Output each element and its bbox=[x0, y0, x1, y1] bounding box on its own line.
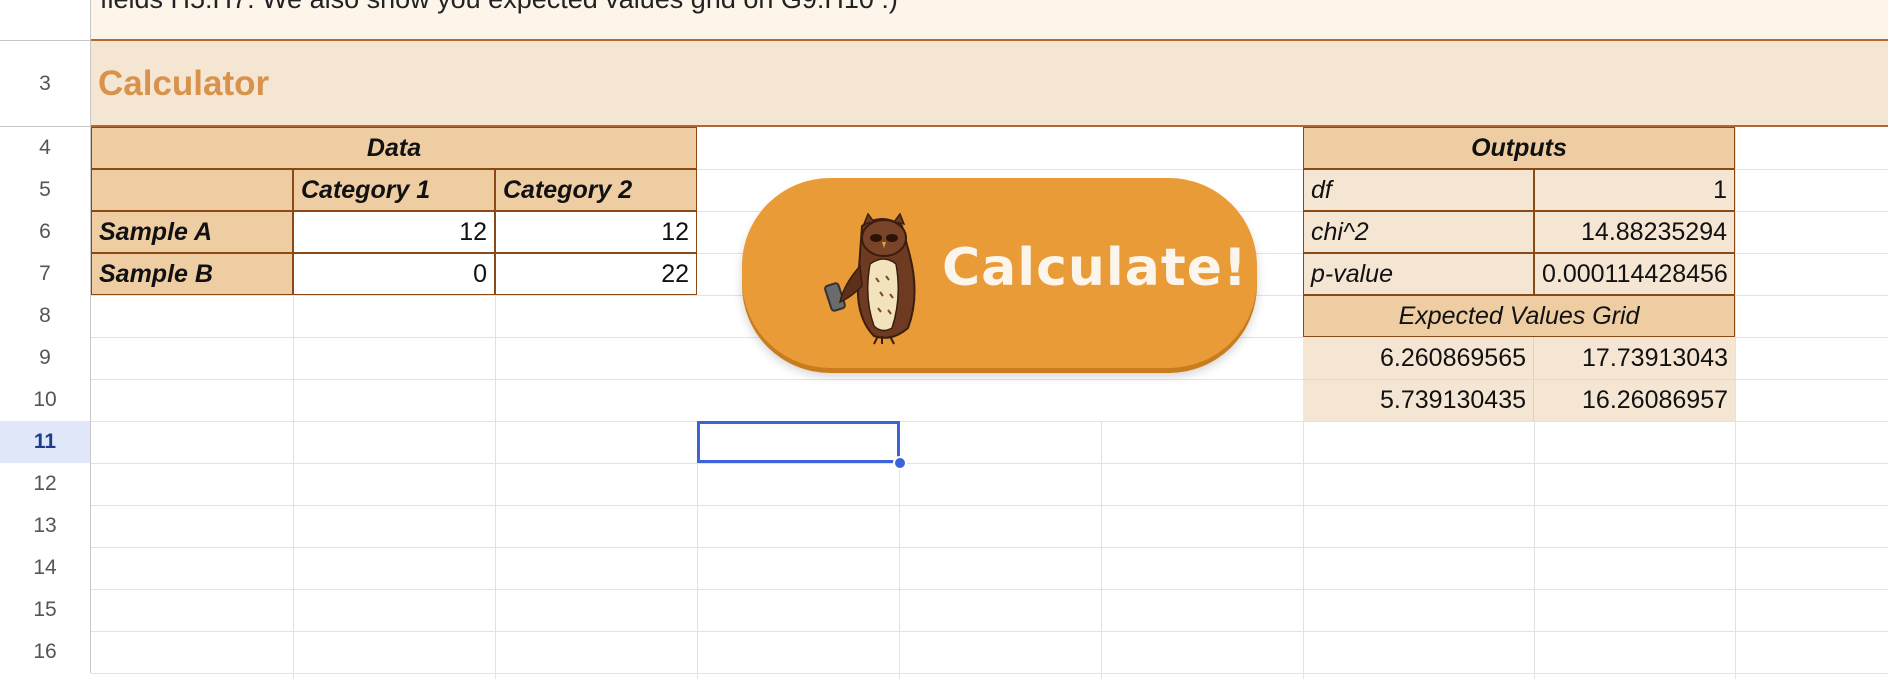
owl-icon bbox=[824, 212, 916, 345]
grid-line bbox=[91, 421, 1888, 422]
fill-handle[interactable] bbox=[893, 456, 907, 470]
chi-squared-value[interactable]: 14.88235294 bbox=[1534, 211, 1735, 253]
calculate-button[interactable]: Calculate! bbox=[742, 178, 1257, 368]
sample-b-category-1-cell[interactable]: 0 bbox=[293, 253, 495, 295]
p-value-label[interactable]: p-value bbox=[1303, 253, 1534, 295]
sample-b-category-2-cell[interactable]: 22 bbox=[495, 253, 697, 295]
row-header-5[interactable]: 5 bbox=[0, 169, 91, 211]
calculator-band bbox=[91, 41, 1888, 127]
expected-value-cell[interactable]: 6.260869565 bbox=[1303, 337, 1534, 379]
row-header-4[interactable]: 4 bbox=[0, 127, 91, 169]
data-table-header[interactable]: Data bbox=[91, 127, 697, 169]
row-header-14[interactable]: 14 bbox=[0, 547, 91, 589]
grid-line bbox=[91, 547, 1888, 548]
row-header-6[interactable]: 6 bbox=[0, 211, 91, 253]
row-header-16[interactable]: 16 bbox=[0, 631, 91, 673]
expected-value-cell[interactable]: 17.73913043 bbox=[1534, 337, 1735, 379]
grid-line bbox=[91, 673, 1888, 674]
sample-a-category-1-cell[interactable]: 12 bbox=[293, 211, 495, 253]
row-header-11[interactable]: 11 bbox=[0, 421, 91, 463]
category-1-header[interactable]: Category 1 bbox=[293, 169, 495, 211]
grid-line bbox=[91, 631, 1888, 632]
sample-b-label[interactable]: Sample B bbox=[91, 253, 293, 295]
sample-a-category-2-cell[interactable]: 12 bbox=[495, 211, 697, 253]
row-header-3[interactable]: 3 bbox=[0, 41, 91, 127]
selected-cell[interactable] bbox=[697, 421, 900, 463]
grid-line bbox=[91, 505, 1888, 506]
row-header-8[interactable]: 8 bbox=[0, 295, 91, 337]
grid-line bbox=[1534, 421, 1535, 679]
category-2-header[interactable]: Category 2 bbox=[495, 169, 697, 211]
expected-value-cell[interactable]: 16.26086957 bbox=[1534, 379, 1735, 421]
chi-squared-label[interactable]: chi^2 bbox=[1303, 211, 1534, 253]
df-label[interactable]: df bbox=[1303, 169, 1534, 211]
row-header-12[interactable]: 12 bbox=[0, 463, 91, 505]
expected-value-cell[interactable]: 5.739130435 bbox=[1303, 379, 1534, 421]
row-header-9[interactable]: 9 bbox=[0, 337, 91, 379]
row-header-13[interactable]: 13 bbox=[0, 505, 91, 547]
data-corner-cell[interactable] bbox=[91, 169, 293, 211]
intro-text: fields H5:H7. We also show you expected … bbox=[100, 0, 898, 15]
row-header-7[interactable]: 7 bbox=[0, 253, 91, 295]
grid-line bbox=[1303, 421, 1304, 679]
grid-line bbox=[1735, 127, 1736, 679]
outputs-header[interactable]: Outputs bbox=[1303, 127, 1735, 169]
row-header-15[interactable]: 15 bbox=[0, 589, 91, 631]
sample-a-label[interactable]: Sample A bbox=[91, 211, 293, 253]
p-value-value[interactable]: 0.000114428456 bbox=[1534, 253, 1735, 295]
grid-line bbox=[1101, 421, 1102, 679]
calculate-button-label: Calculate! bbox=[942, 238, 1248, 298]
row-header-10[interactable]: 10 bbox=[0, 379, 91, 421]
calculator-title: Calculator bbox=[98, 64, 270, 103]
grid-line bbox=[91, 589, 1888, 590]
row-header-2[interactable] bbox=[0, 0, 91, 41]
df-value[interactable]: 1 bbox=[1534, 169, 1735, 211]
grid-line bbox=[91, 463, 1888, 464]
expected-values-header[interactable]: Expected Values Grid bbox=[1303, 295, 1735, 337]
